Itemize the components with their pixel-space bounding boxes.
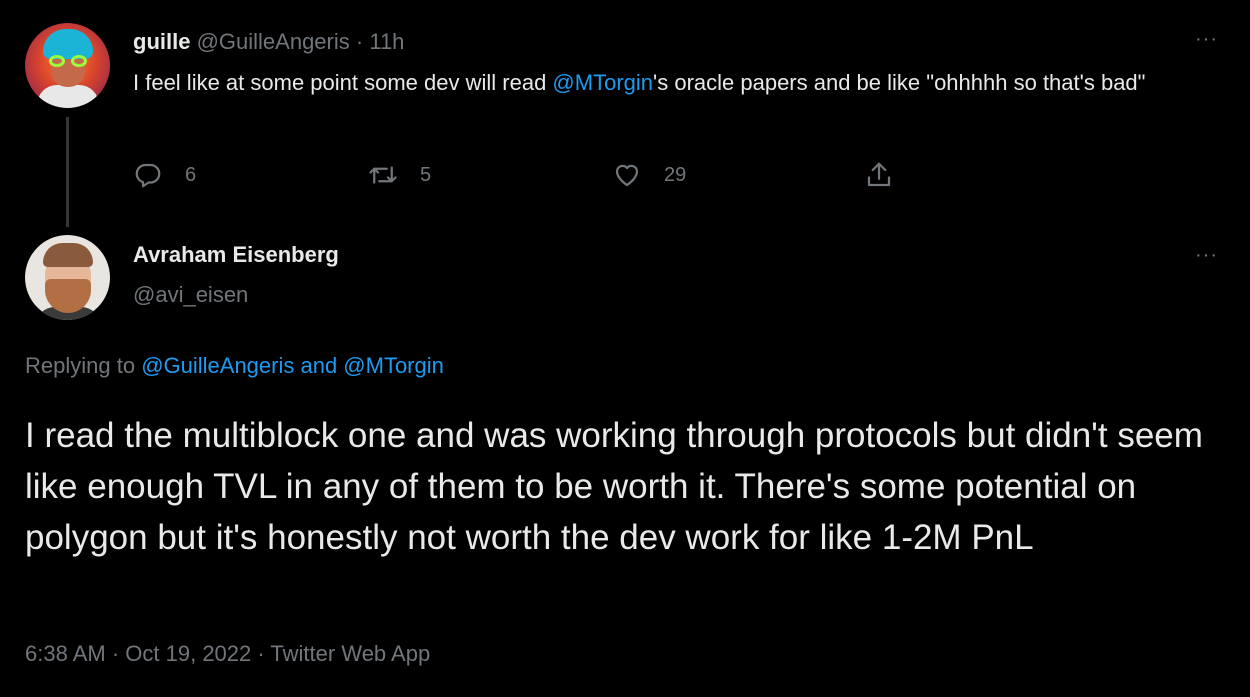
replying-to-mentions[interactable]: @GuilleAngeris and @MTorgin	[141, 353, 444, 378]
reply-count: 6	[185, 163, 197, 186]
retweet-button[interactable]: 5	[368, 158, 431, 192]
meta-separator: ·	[251, 641, 271, 666]
original-text-part: I feel like at some point some dev will …	[133, 70, 553, 95]
replying-prefix: Replying to	[25, 353, 142, 378]
original-text-part: 's oracle papers and be like "ohhhhh so …	[653, 70, 1146, 95]
like-button[interactable]: 29	[612, 158, 686, 192]
original-more-icon[interactable]: ···	[1195, 28, 1218, 51]
mention-link[interactable]: @MTorgin	[552, 70, 653, 95]
header-separator: ·	[355, 29, 364, 54]
reply-tweet-text: I read the multiblock one and was workin…	[25, 416, 1203, 557]
reply-author-handle[interactable]: @avi_eisen	[133, 282, 248, 308]
tweet-date[interactable]: Oct 19, 2022	[125, 641, 251, 666]
reply-icon	[135, 163, 161, 188]
avatar-guille[interactable]	[25, 23, 110, 108]
avatar-avi[interactable]	[25, 235, 110, 320]
tweet-source: Twitter Web App	[270, 641, 431, 666]
reply-button[interactable]: 6	[133, 158, 196, 192]
reply-author-name[interactable]: Avraham Eisenberg	[133, 242, 339, 268]
share-icon	[867, 162, 891, 187]
share-button[interactable]	[864, 158, 894, 192]
thread-connector-line	[66, 117, 69, 227]
original-author-handle[interactable]: @GuilleAngeris	[197, 29, 350, 54]
original-tweet-time[interactable]: 11h	[369, 29, 404, 54]
like-icon	[615, 164, 639, 187]
tweet-metadata: 6:38 AM · Oct 19, 2022 · Twitter Web App	[25, 641, 430, 667]
replying-to-line: Replying to @GuilleAngeris and @MTorgin	[25, 353, 444, 379]
original-author-name[interactable]: guille	[133, 29, 190, 54]
meta-separator: ·	[105, 641, 126, 666]
retweet-icon	[369, 166, 397, 184]
original-tweet-header: guille @GuilleAngeris · 11h	[133, 29, 404, 55]
reply-more-icon[interactable]: ···	[1195, 244, 1218, 267]
tweet-time[interactable]: 6:38 AM	[25, 641, 106, 666]
original-tweet-text: I feel like at some point some dev will …	[133, 68, 1213, 97]
retweet-count: 5	[420, 163, 432, 186]
like-count: 29	[664, 163, 687, 186]
